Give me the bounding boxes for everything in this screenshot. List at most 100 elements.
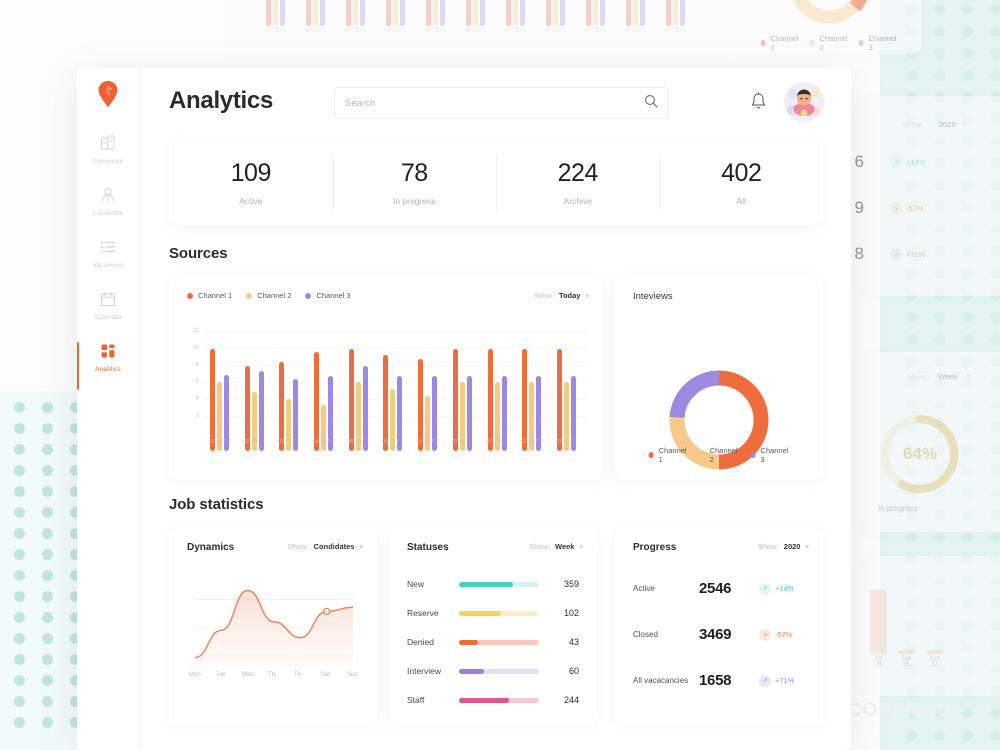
map-pin-logo[interactable] — [97, 80, 119, 108]
background-weekday-bars — [870, 574, 980, 654]
background-bar — [280, 0, 286, 26]
background-dot — [962, 26, 973, 37]
background-bar — [273, 0, 279, 26]
background-dot — [42, 633, 53, 644]
background-bar — [313, 0, 319, 26]
stat-value: 109 — [230, 159, 272, 187]
background-dot — [990, 708, 1000, 719]
background-bar-xtick: 04 / 07 — [384, 28, 402, 34]
background-dot — [906, 532, 917, 543]
stat-item: 78 In progress — [332, 140, 497, 225]
sources-legend-item: Channel 2 — [246, 291, 291, 300]
background-dot — [906, 312, 917, 323]
background-dot — [42, 549, 53, 560]
background-bar-chart-xlabels: 01 / 07 02 / 07 03 / 07 04 / 07 05 / 07 06 / … — [260, 28, 700, 40]
sidebar-item-label: Vacancies — [92, 262, 124, 269]
chart-xtick: 07 / 07 — [451, 439, 469, 445]
dynamics-xtick: Wed — [241, 672, 254, 678]
background-dot — [962, 708, 973, 719]
chart-xtick: 06 / 07 — [382, 439, 399, 445]
sidebar-item-analitics[interactable]: Analitics — [77, 340, 139, 392]
dynamics-show-selector[interactable]: Show: Condidates ▾ — [288, 542, 363, 551]
dynamics-xtick: Th — [268, 672, 276, 678]
background-legend-item: Channel 2 — [809, 34, 849, 52]
donut-slice — [669, 370, 720, 419]
bar-group — [314, 341, 334, 451]
background-donut-legend: Channel 1 Channel 2 Channel 3 — [760, 34, 898, 52]
background-dot — [962, 334, 973, 345]
bar-channel-1 — [279, 362, 285, 451]
background-bar — [426, 0, 432, 26]
status-bar-fill — [459, 697, 510, 703]
section-title-job-statistics: Job statistics — [169, 496, 264, 513]
background-dot — [906, 70, 917, 81]
background-bar — [306, 0, 312, 26]
sidebar-item-calendar[interactable]: Calendar — [77, 288, 139, 340]
background-progress-row: 6 ↗ +14% — [842, 152, 926, 172]
background-bar — [586, 0, 592, 26]
stat-value: 402 — [721, 159, 762, 187]
background-bar-group — [626, 0, 646, 26]
progress-delta-chip: ↘ -57% — [759, 628, 793, 641]
bar-channel-1 — [348, 349, 354, 451]
background-bar-xtick: 01 / 07 — [264, 28, 282, 34]
progress-row: Closed 3469 ↘ -57% — [633, 626, 809, 643]
status-value: 244 — [563, 695, 579, 705]
arrow-up-icon: ↗ — [759, 674, 771, 687]
progress-delta-value: +14% — [775, 584, 795, 593]
background-bar-xtick: 07 / 07 — [504, 28, 522, 34]
background-dot — [934, 26, 945, 37]
chart-ytick: 12 — [192, 328, 199, 335]
sidebar-item-companie[interactable]: Companie — [77, 132, 139, 184]
legend-label: Channel 3 — [316, 291, 351, 300]
progress-name: Closed — [633, 630, 658, 639]
background-bar — [673, 0, 679, 26]
dynamics-xtick: Mon — [189, 672, 201, 678]
background-dot — [14, 591, 25, 602]
user-avatar[interactable] — [784, 82, 824, 122]
stat-value: 78 — [400, 159, 428, 187]
sidebar: Companie Candidate Vacancies Calendar Analit… — [77, 68, 139, 750]
background-progress-card: Show: 2020 ▾ 6 ↗ +14% 9 ↘ -57% 8 ↗ +71% — [855, 96, 1000, 296]
progress-title: Progress — [633, 542, 677, 553]
dynamics-title: Dynamics — [187, 542, 235, 553]
status-bar-track — [459, 639, 539, 645]
background-weekday-date: 26 — [903, 662, 910, 668]
sidebar-item-vacancies[interactable]: Vacancies — [77, 236, 139, 288]
legend-label: Channel 3 — [868, 34, 897, 52]
chart-ytick: 10 — [192, 345, 199, 352]
background-bar — [480, 0, 486, 26]
background-arrow-icon: ↗ — [890, 156, 902, 168]
background-bar — [546, 0, 552, 26]
statuses-show-value: Week — [555, 542, 575, 551]
status-row: Reserve 102 — [407, 605, 583, 621]
background-progress-show-value: 2020 — [938, 120, 956, 129]
background-bar-group — [466, 0, 486, 26]
legend-label: Channel 2 — [709, 446, 738, 464]
background-dot — [990, 4, 1000, 15]
interviews-legend-item: Channel 2 — [699, 446, 739, 464]
statuses-show-selector[interactable]: Show: Week ▾ — [529, 542, 583, 551]
interviews-legend: Channel 1 Channel 2 Channel 3 — [648, 446, 790, 464]
progress-card: Progress Show: 2020 ▾ Active 2546 ↗ +14% Clo… — [615, 528, 823, 725]
search-input[interactable] — [345, 97, 644, 109]
background-bar-group — [386, 0, 406, 26]
progress-show-selector[interactable]: Show: 2020 ▾ — [758, 542, 809, 551]
background-bar-xtick: 03 / 07 — [344, 28, 362, 34]
bell-icon[interactable] — [750, 92, 767, 116]
background-gauge-caption: In progress — [878, 504, 919, 513]
background-dot — [906, 334, 917, 345]
background-weekday-bar — [870, 590, 887, 654]
sources-show-selector[interactable]: Show: Today ▾ — [533, 291, 589, 300]
background-dot — [990, 334, 1000, 345]
background-dot — [42, 423, 53, 434]
sidebar-item-label: Candidate — [92, 210, 124, 217]
statuses-show-label: Show: — [529, 542, 551, 551]
background-bar-group — [546, 0, 566, 26]
search-box[interactable] — [334, 87, 669, 119]
background-progress-delta-value: +14% — [906, 157, 926, 167]
sidebar-item-candidate[interactable]: Candidate — [77, 184, 139, 236]
dynamics-show-value: Condidates — [313, 542, 355, 551]
background-dot — [42, 528, 53, 539]
progress-row: All vacacancies 1658 ↗ +71% — [633, 672, 809, 689]
